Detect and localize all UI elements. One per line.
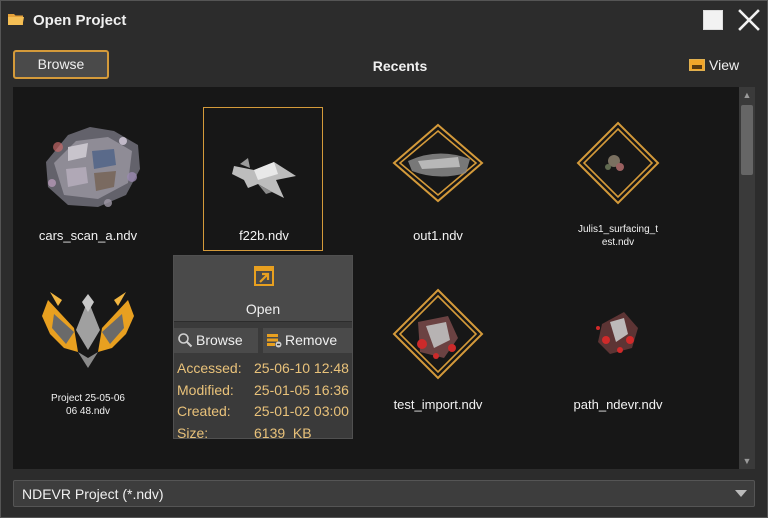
bounding-box-thumbnail [392, 288, 484, 380]
window-title: Open Project [33, 12, 127, 29]
popup-browse-button[interactable]: Browse [174, 328, 258, 353]
file-type-dropdown[interactable]: NDEVR Project (*.ndv) [13, 480, 755, 507]
info-key: Modified: [177, 381, 234, 398]
recents-grid: cars_scan_a.ndv f22b.ndv out1.ndv Julis1… [13, 87, 739, 469]
info-modified: Modified: 25-01-05 16:36 [174, 380, 352, 402]
file-name-line-1: Project 25-05-06 [51, 393, 125, 404]
jet-model-thumbnail [232, 158, 296, 198]
folder-icon [8, 14, 24, 25]
open-file-icon [254, 266, 274, 286]
ndevr-logo-thumbnail [42, 292, 134, 368]
view-button[interactable]: View [689, 57, 739, 75]
file-name: path_ndevr.ndv [573, 397, 663, 412]
open-label: Open [245, 301, 281, 317]
file-name: cars_scan_a.ndv [38, 228, 138, 243]
file-name: test_import.ndv [393, 397, 483, 412]
scroll-thumb[interactable] [741, 105, 753, 175]
vertical-scrollbar[interactable]: ▲ ▼ [739, 87, 755, 469]
scroll-down-icon[interactable]: ▼ [739, 453, 755, 469]
popup-browse-label: Browse [196, 332, 243, 348]
file-type-value: NDEVR Project (*.ndv) [22, 486, 164, 502]
close-icon[interactable] [738, 9, 760, 31]
file-tile[interactable]: out1.ndv [378, 117, 498, 247]
info-accessed: Accessed: 25-06-10 12:48 [174, 358, 352, 380]
info-size: Size: 6139 KB [174, 423, 352, 445]
file-tile-selected[interactable]: f22b.ndv [203, 107, 323, 251]
info-value: 25-01-05 16:36 [254, 381, 349, 398]
info-key: Size: [177, 424, 209, 441]
file-tile[interactable]: path_ndevr.ndv [558, 282, 678, 417]
file-name: out1.ndv [413, 228, 463, 243]
remove-label: Remove [285, 332, 338, 348]
file-action-popup: Open Browse Remove Accessed: 25-06-10 12… [173, 255, 353, 441]
maximize-button[interactable] [703, 10, 723, 30]
view-label: View [709, 57, 740, 73]
open-button[interactable]: Open [174, 256, 352, 322]
bounding-box-thumbnail [392, 123, 484, 203]
file-name: f22b.ndv [239, 228, 289, 243]
point-cloud-thumbnail [46, 127, 140, 207]
info-value: 25-01-02 03:00 [254, 403, 349, 419]
info-value: 25-06-10 12:48 [254, 360, 349, 376]
title-bar: Open Project [1, 1, 767, 41]
file-name-line-2: est.ndv [601, 237, 635, 248]
file-info-table: Accessed: 25-06-10 12:48 Modified: 25-01… [174, 358, 352, 444]
file-tile[interactable]: Project 25-05-06 06 48.ndv [28, 272, 148, 422]
file-tile[interactable]: cars_scan_a.ndv [28, 107, 148, 247]
search-icon [178, 333, 193, 348]
image-icon [689, 59, 705, 71]
info-value: 6139 KB [254, 424, 312, 441]
remove-list-icon [267, 334, 282, 348]
chevron-down-icon [735, 490, 747, 497]
bounding-box-thumbnail [576, 121, 660, 205]
remove-button[interactable]: Remove [263, 328, 352, 353]
file-name-line-1: Julis1_surfacing_t [577, 224, 659, 235]
info-created: Created: 25-01-02 03:00 [174, 401, 352, 423]
info-key: Created: [177, 403, 231, 419]
point-cloud-thumbnail [596, 312, 638, 354]
info-key: Accessed: [177, 360, 242, 376]
file-tile[interactable]: Julis1_surfacing_t est.ndv [558, 117, 678, 248]
recents-title: Recents [372, 58, 428, 74]
scroll-up-icon[interactable]: ▲ [739, 87, 755, 103]
open-project-dialog: Open Project Browse Recents View cars_sc… [0, 0, 768, 518]
file-tile[interactable]: test_import.ndv [378, 282, 498, 417]
file-name-line-2: 06 48.ndv [66, 406, 110, 417]
